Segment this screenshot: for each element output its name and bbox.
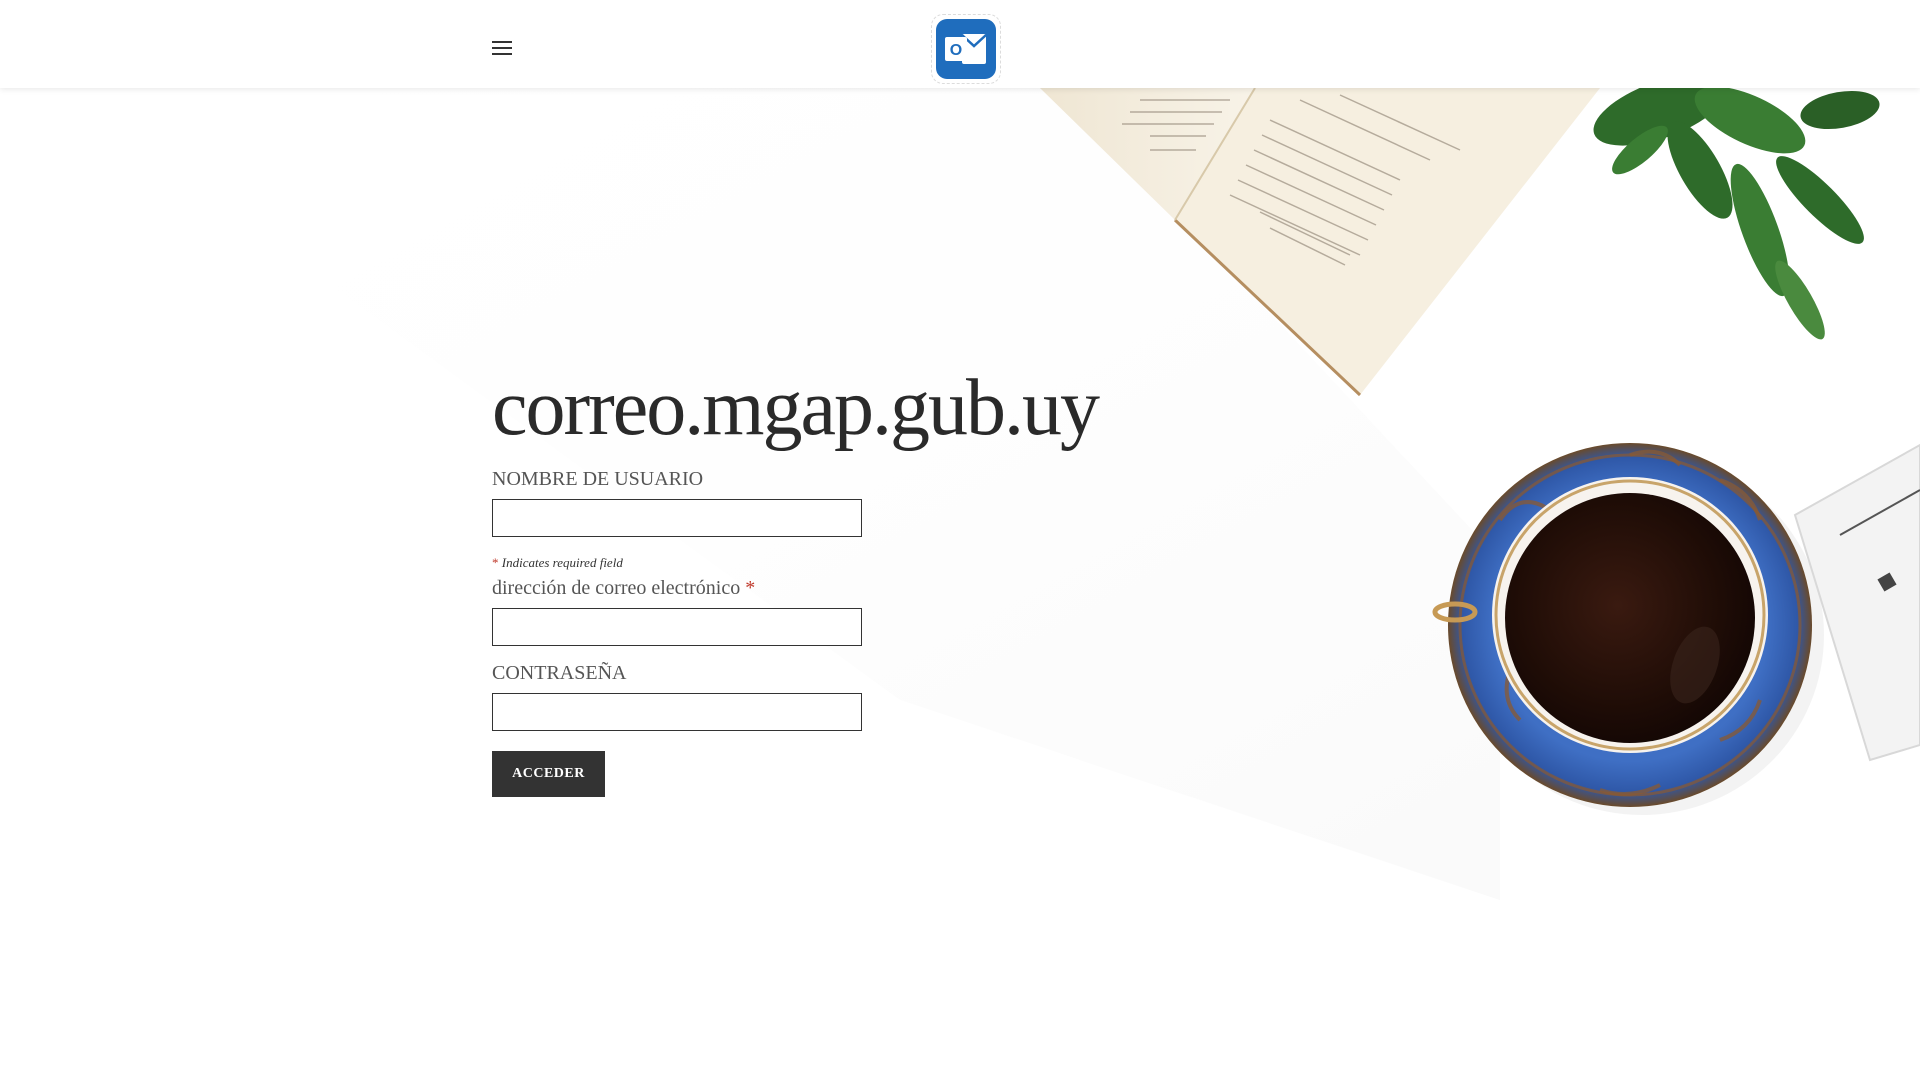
password-input[interactable] (492, 693, 862, 731)
plant-image (1593, 88, 1880, 340)
required-asterisk: * (492, 555, 499, 570)
login-page: O correo.mgap.gub.uy NOMBRE DE USUARIO *… (0, 0, 1920, 1080)
outlook-icon[interactable]: O (931, 14, 1001, 84)
page-title: correo.mgap.gub.uy (492, 364, 1100, 452)
top-header: O (0, 0, 1920, 88)
email-input[interactable] (492, 608, 862, 646)
email-required-asterisk: * (745, 577, 756, 599)
password-label: CONTRASEÑA (492, 662, 627, 684)
email-label-text: dirección de correo electrónico (492, 577, 741, 599)
outlook-letter: O (950, 42, 962, 59)
required-field-note: * Indicates required field (492, 555, 1098, 571)
login-form: correo.mgap.gub.uy NOMBRE DE USUARIO * I… (492, 360, 1100, 797)
required-note-text: Indicates required field (501, 555, 623, 570)
login-button[interactable]: ACCEDER (492, 751, 605, 797)
username-input[interactable] (492, 499, 862, 537)
email-label: dirección de correo electrónico * (492, 577, 1098, 600)
hamburger-menu-icon[interactable] (488, 36, 516, 60)
username-label: NOMBRE DE USUARIO (492, 468, 704, 490)
